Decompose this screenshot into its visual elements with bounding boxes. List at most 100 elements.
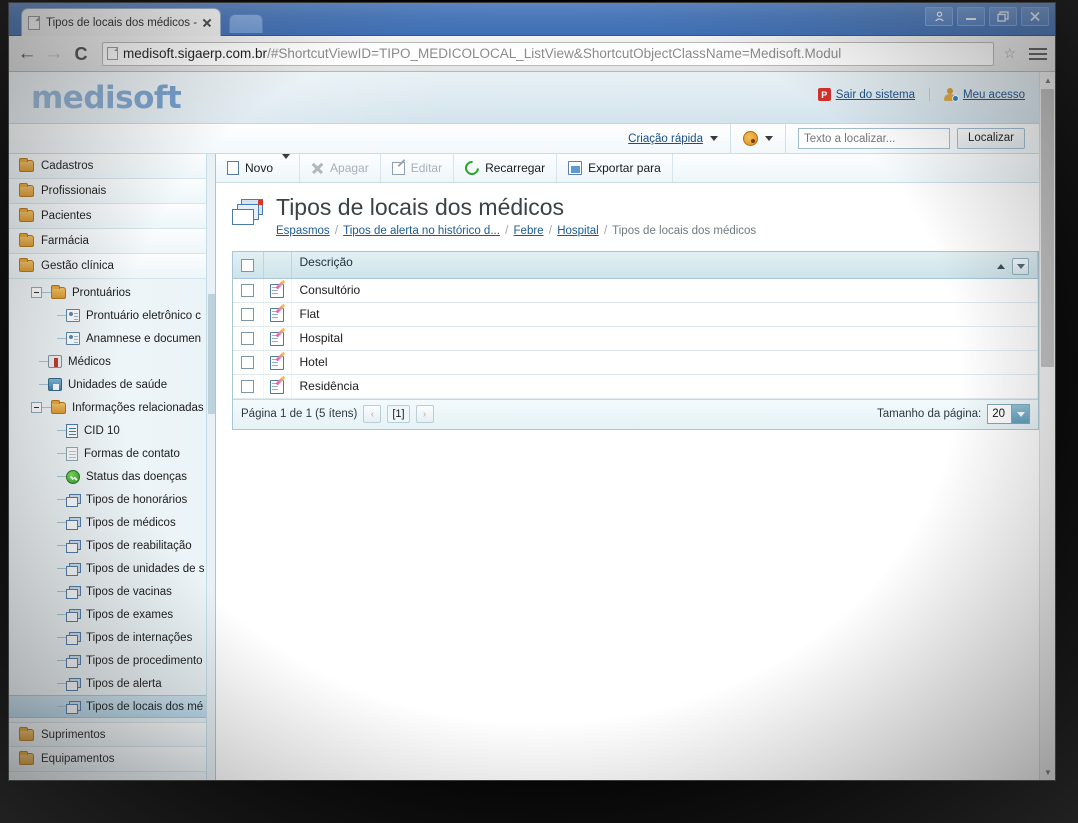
close-button[interactable] (1021, 7, 1049, 26)
palette-icon[interactable] (742, 131, 758, 146)
select-all-checkbox[interactable] (241, 259, 255, 273)
row-select-cell[interactable] (233, 326, 264, 351)
row-checkbox[interactable] (241, 380, 255, 394)
row-edit-icon[interactable] (270, 331, 284, 346)
sidebar-item-informacoes-relacionadas[interactable]: Informações relacionadas (9, 396, 215, 419)
export-button[interactable]: Exportar para (557, 154, 673, 182)
chevron-down-icon-theme[interactable] (764, 136, 773, 141)
pager-prev-button[interactable]: ‹ (363, 405, 382, 424)
bookmark-star-icon[interactable]: ☆ (1003, 45, 1016, 62)
sort-ascending-icon[interactable] (997, 264, 1005, 270)
sidebar-item-medicos[interactable]: Médicos (9, 350, 215, 373)
row-select-cell[interactable] (233, 302, 264, 327)
sidebar-item-profissionais[interactable]: Profissionais (9, 179, 215, 204)
sidebar-item-tipos-reabilitacao[interactable]: Tipos de reabilitação (9, 534, 215, 557)
new-split-button[interactable]: Novo (216, 154, 301, 182)
sidebar-item-tipos-unidades[interactable]: Tipos de unidades de s (9, 557, 215, 580)
collapse-icon[interactable] (31, 287, 42, 298)
row-checkbox[interactable] (241, 356, 255, 370)
row-edit-cell[interactable] (263, 374, 292, 399)
select-all-header[interactable] (233, 252, 264, 279)
user-profile-button[interactable] (925, 7, 953, 26)
sidebar-item-cid10[interactable]: CID 10 (9, 419, 215, 442)
row-checkbox[interactable] (241, 308, 255, 322)
row-edit-icon[interactable] (270, 283, 284, 298)
sidebar-item-prontuarios[interactable]: Prontuários (9, 281, 215, 304)
sidebar-item-tipos-honorarios[interactable]: Tipos de honorários (9, 488, 215, 511)
my-access-link[interactable]: Meu acesso (963, 89, 1025, 101)
sidebar-item-tipos-procedimentos[interactable]: Tipos de procedimento (9, 649, 215, 672)
sidebar-item-unidades-saude[interactable]: Unidades de saúde (9, 373, 215, 396)
sidebar-item-gestao-clinica[interactable]: Gestão clínica (9, 254, 215, 279)
sidebar-item-anamnese[interactable]: Anamnese e documen (9, 327, 215, 350)
theme-group[interactable] (729, 123, 785, 154)
maximize-restore-button[interactable] (989, 7, 1017, 26)
reload-button[interactable]: Recarregar (454, 154, 558, 182)
row-select-cell[interactable] (233, 278, 264, 303)
sidebar-item-tipos-medicos[interactable]: Tipos de médicos (9, 511, 215, 534)
column-chooser-icon[interactable] (1012, 258, 1029, 276)
sidebar-item-farmacia[interactable]: Farmácia (9, 229, 215, 254)
pager-page-1[interactable]: [1] (387, 405, 410, 424)
column-header-descricao[interactable]: Descrição (291, 252, 1038, 279)
sidebar-item-tipos-vacinas[interactable]: Tipos de vacinas (9, 580, 215, 603)
my-access-link-wrap[interactable]: Meu acesso (928, 88, 1039, 102)
page-scrollbar-thumb[interactable] (1041, 89, 1054, 367)
row-edit-icon[interactable] (270, 307, 284, 322)
new-tab-button[interactable] (229, 14, 263, 33)
row-select-cell[interactable] (233, 350, 264, 375)
row-edit-icon[interactable] (270, 379, 284, 394)
address-bar[interactable]: medisoft.sigaerp.com.br /#ShortcutViewID… (102, 41, 995, 66)
breadcrumb-item-3[interactable]: Febre (514, 225, 544, 237)
row-checkbox[interactable] (241, 332, 255, 346)
sidebar-item-suprimentos[interactable]: Suprimentos (9, 722, 215, 747)
table-row[interactable]: Flat (233, 302, 1038, 327)
pager-next-button[interactable]: › (415, 405, 434, 424)
search-button[interactable]: Localizar (956, 128, 1025, 149)
page-size-select[interactable]: 20 (987, 404, 1030, 425)
row-checkbox[interactable] (241, 284, 255, 298)
table-row[interactable]: Consultório (233, 278, 1038, 303)
quick-create-link[interactable]: Criação rápida (628, 133, 703, 145)
chevron-down-icon[interactable] (709, 136, 718, 141)
new-dropdown-button[interactable] (279, 154, 299, 177)
delete-button[interactable]: Apagar (300, 154, 381, 182)
quick-create-group[interactable]: Criação rápida (616, 124, 730, 154)
sidebar-item-status-doencas[interactable]: Status das doenças (9, 465, 215, 488)
browser-tab[interactable]: Tipos de locais dos médicos - (21, 8, 221, 36)
sidebar-scrollbar-thumb[interactable] (208, 294, 215, 414)
sidebar-item-formas-contato[interactable]: Formas de contato (9, 442, 215, 465)
chrome-menu-icon[interactable] (1029, 47, 1047, 60)
table-row[interactable]: Hotel (233, 350, 1038, 375)
page-scrollbar[interactable]: ▲ ▼ (1039, 72, 1055, 780)
sidebar-item-pacientes[interactable]: Pacientes (9, 204, 215, 229)
breadcrumb-item-2[interactable]: Tipos de alerta no histórico d... (343, 225, 500, 237)
sidebar-item-equipamentos[interactable]: Equipamentos (9, 747, 215, 772)
sidebar-item-tipos-locais-medicos[interactable]: Tipos de locais dos mé (9, 695, 215, 718)
logout-link-wrap[interactable]: P Sair do sistema (804, 88, 929, 101)
new-button[interactable]: Novo (216, 161, 279, 175)
sidebar-item-tipos-alerta[interactable]: Tipos de alerta (9, 672, 215, 695)
logout-link[interactable]: Sair do sistema (836, 89, 915, 101)
search-input[interactable] (797, 128, 950, 149)
table-row[interactable]: Hospital (233, 326, 1038, 351)
scroll-up-icon[interactable]: ▲ (1040, 72, 1055, 88)
sidebar-item-prontuario-eletronico[interactable]: Prontuário eletrônico c (9, 304, 215, 327)
row-edit-cell[interactable] (263, 302, 292, 327)
sidebar-item-cadastros[interactable]: Cadastros (9, 154, 215, 179)
row-select-cell[interactable] (233, 374, 264, 399)
row-edit-cell[interactable] (263, 350, 292, 375)
sidebar-item-tipos-internacoes[interactable]: Tipos de internações (9, 626, 215, 649)
row-edit-icon[interactable] (270, 355, 284, 370)
forward-button[interactable]: → (44, 44, 64, 63)
sidebar-item-tipos-exames[interactable]: Tipos de exames (9, 603, 215, 626)
minimize-button[interactable] (957, 7, 985, 26)
table-row[interactable]: Residência (233, 374, 1038, 399)
edit-button[interactable]: Editar (381, 154, 455, 182)
row-edit-cell[interactable] (263, 278, 292, 303)
reload-icon[interactable]: C (71, 45, 91, 63)
collapse-icon-2[interactable] (31, 402, 42, 413)
breadcrumb-item-4[interactable]: Hospital (557, 225, 599, 237)
row-edit-cell[interactable] (263, 326, 292, 351)
breadcrumb-item-1[interactable]: Espasmos (276, 225, 330, 237)
